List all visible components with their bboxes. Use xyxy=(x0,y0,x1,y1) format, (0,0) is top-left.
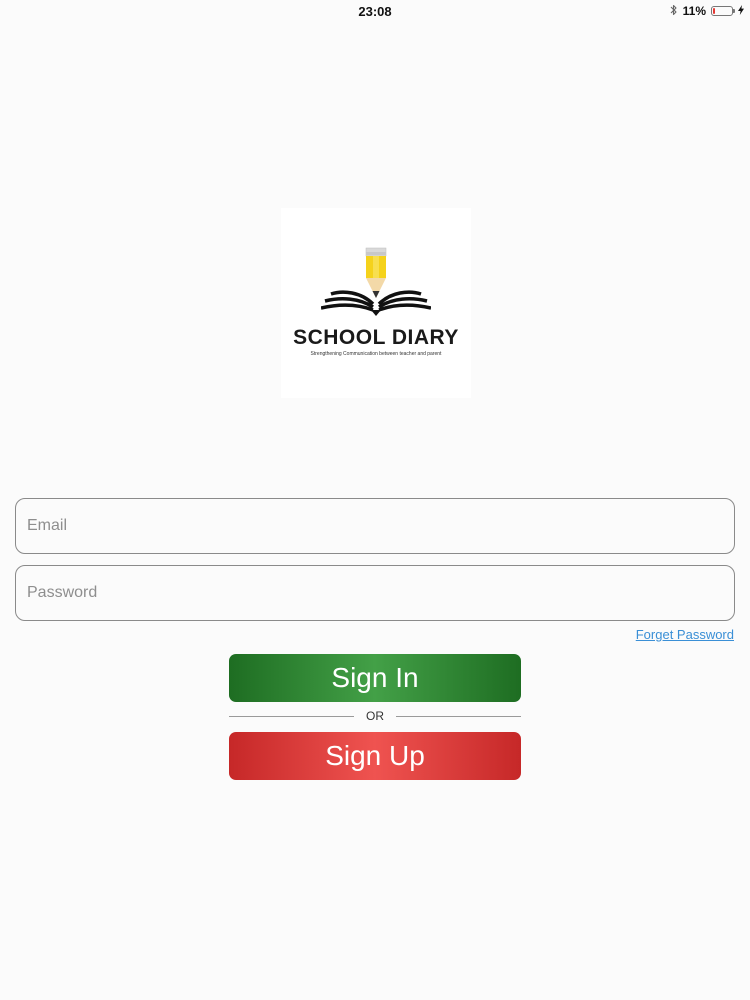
pencil-book-icon xyxy=(321,247,431,316)
password-field[interactable] xyxy=(15,565,735,621)
or-label: OR xyxy=(366,709,384,723)
battery-percent: 11% xyxy=(682,4,706,18)
login-screen: 23:08 11% SCHOOL DIARY Strengthening Com… xyxy=(0,0,750,1000)
logo-tagline: Strengthening Communication between teac… xyxy=(310,351,442,357)
email-field[interactable] xyxy=(15,498,735,554)
divider-line-right xyxy=(396,715,521,717)
forgot-password-link[interactable]: Forget Password xyxy=(636,627,734,642)
status-bar: 23:08 11% xyxy=(0,0,750,22)
logo-title: SCHOOL DIARY xyxy=(293,326,459,349)
status-indicators: 11% xyxy=(670,3,744,19)
or-divider: OR xyxy=(229,708,521,724)
charging-bolt-icon xyxy=(738,4,744,18)
bluetooth-icon xyxy=(670,4,678,19)
battery-icon xyxy=(711,6,735,16)
status-time: 23:08 xyxy=(358,4,392,19)
battery-level-fill xyxy=(713,8,715,14)
sign-in-button[interactable]: Sign In xyxy=(229,654,521,702)
app-logo: SCHOOL DIARY Strengthening Communication… xyxy=(281,208,471,398)
sign-up-button[interactable]: Sign Up xyxy=(229,732,521,780)
divider-line-left xyxy=(229,715,354,717)
